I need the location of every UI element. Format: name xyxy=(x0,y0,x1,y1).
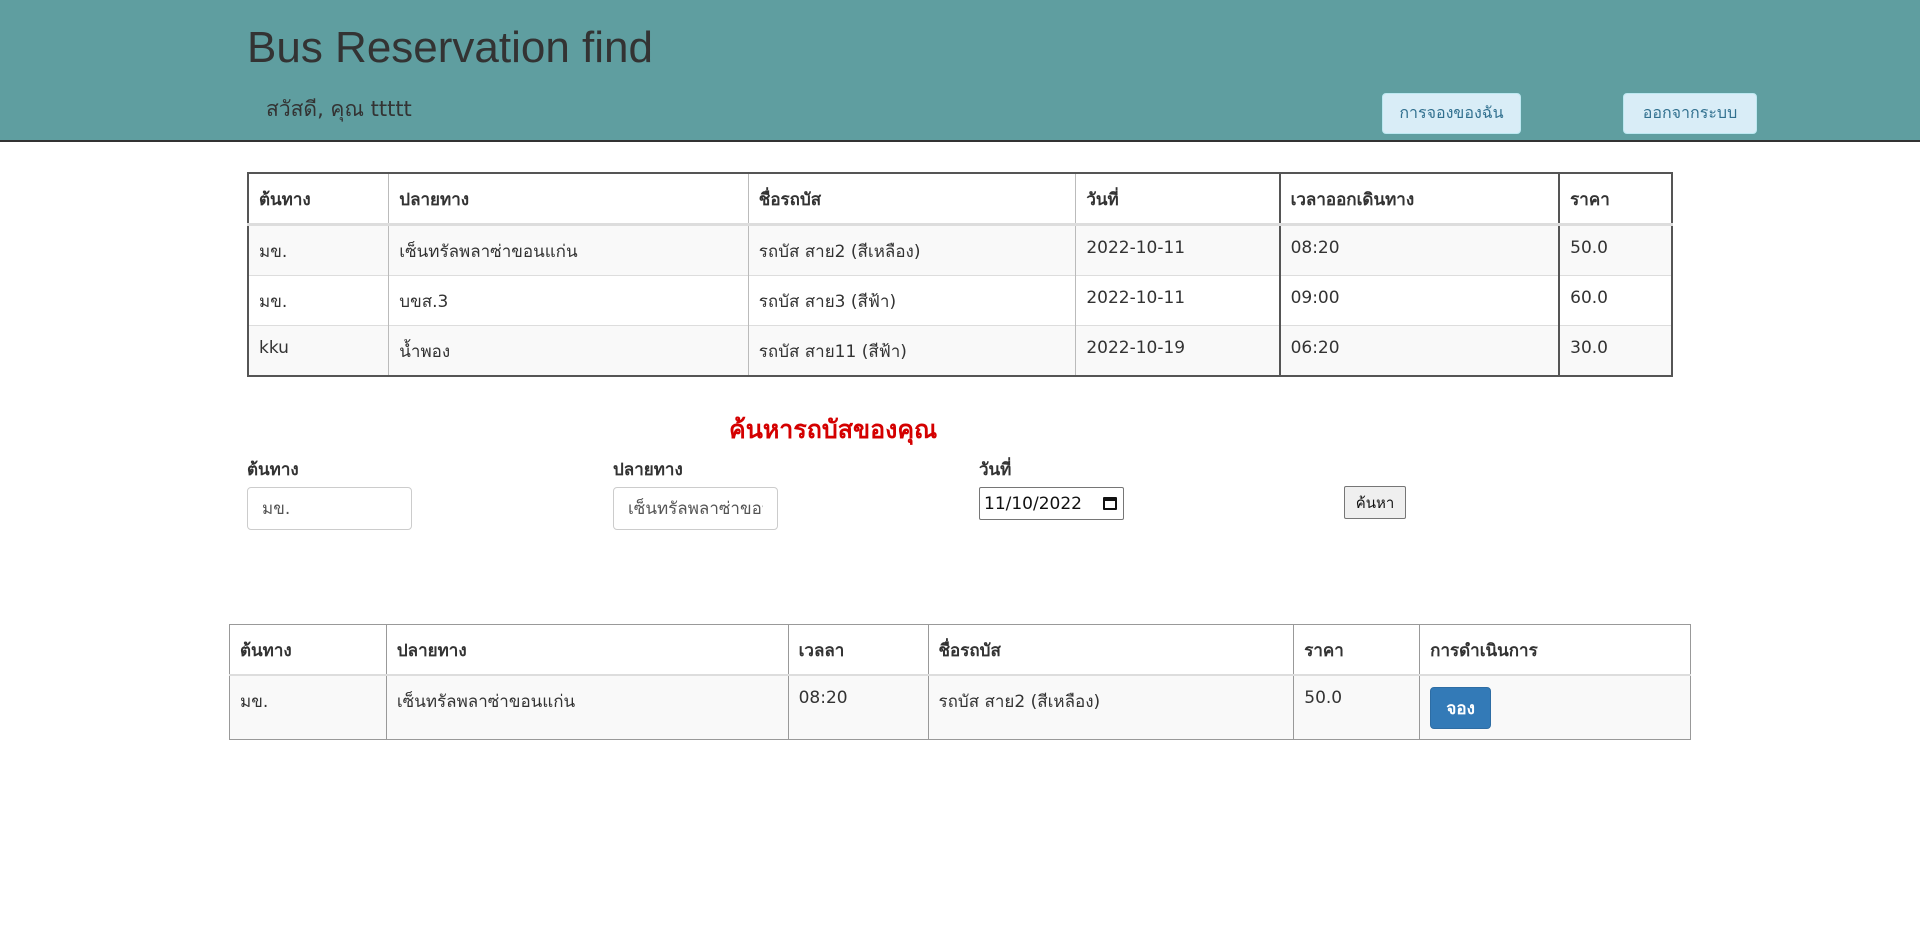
date-value: 11/10/2022 xyxy=(984,493,1082,514)
results-header-time: เวลลา xyxy=(787,624,929,676)
results-header-bus-name: ชื่อรถบัส xyxy=(927,624,1295,676)
logout-button[interactable]: ออกจากระบบ xyxy=(1623,93,1757,134)
search-title: ค้นหารถบัสของคุณ xyxy=(729,415,938,444)
route-departure-time: 08:20 xyxy=(1278,224,1560,276)
routes-table: ต้นทาง ปลายทาง ชื่อรถบัส วันที่ เวลาออกเ… xyxy=(247,172,1673,377)
date-input[interactable]: 11/10/2022 xyxy=(979,487,1124,520)
routes-header-date: วันที่ xyxy=(1075,173,1281,226)
route-bus-name: รถบัส สาย3 (สีฟ้า) xyxy=(747,275,1077,326)
destination-label: ปลายทาง xyxy=(613,460,683,480)
result-origin: มข. xyxy=(229,674,387,740)
user-greeting: สวัสดี, คุณ ttttt xyxy=(266,97,412,121)
route-bus-name: รถบัส สาย2 (สีเหลือง) xyxy=(747,224,1077,276)
route-date: 2022-10-19 xyxy=(1075,325,1281,376)
route-price: 30.0 xyxy=(1558,325,1673,376)
table-row: มข. เซ็นทรัลพลาซ่าขอนแก่น รถบัส สาย2 (สี… xyxy=(247,224,1673,276)
route-price: 60.0 xyxy=(1558,275,1673,326)
route-date: 2022-10-11 xyxy=(1075,224,1281,276)
route-destination: น้ำพอง xyxy=(388,325,749,376)
route-price: 50.0 xyxy=(1558,224,1673,276)
route-date: 2022-10-11 xyxy=(1075,275,1281,326)
route-departure-time: 06:20 xyxy=(1278,325,1560,376)
route-destination: บขส.3 xyxy=(388,275,749,326)
results-header-action: การดำเนินการ xyxy=(1419,624,1691,676)
routes-header-bus-name: ชื่อรถบัส xyxy=(747,173,1077,226)
result-price: 50.0 xyxy=(1293,674,1421,740)
calendar-icon[interactable] xyxy=(1103,497,1117,510)
origin-label: ต้นทาง xyxy=(247,460,299,480)
route-destination: เซ็นทรัลพลาซ่าขอนแก่น xyxy=(388,224,749,276)
routes-header-destination: ปลายทาง xyxy=(388,173,749,226)
date-label: วันที่ xyxy=(979,460,1012,480)
results-header-destination: ปลายทาง xyxy=(385,624,789,676)
app-title: Bus Reservation find xyxy=(247,23,653,72)
result-time: 08:20 xyxy=(787,674,929,740)
routes-header-row: ต้นทาง ปลายทาง ชื่อรถบัส วันที่ เวลาออกเ… xyxy=(247,173,1673,226)
results-header-row: ต้นทาง ปลายทาง เวลลา ชื่อรถบัส ราคา การด… xyxy=(229,624,1691,676)
results-header-origin: ต้นทาง xyxy=(229,624,387,676)
result-destination: เซ็นทรัลพลาซ่าขอนแก่น xyxy=(385,674,789,740)
route-departure-time: 09:00 xyxy=(1278,275,1560,326)
route-origin: มข. xyxy=(247,224,390,276)
destination-input[interactable] xyxy=(613,487,778,530)
app-header: Bus Reservation find สวัสดี, คุณ ttttt ก… xyxy=(0,0,1920,142)
search-button[interactable]: ค้นหา xyxy=(1344,486,1406,519)
routes-header-departure-time: เวลาออกเดินทาง xyxy=(1278,173,1560,226)
result-action: จอง xyxy=(1419,674,1691,740)
results-table: ต้นทาง ปลายทาง เวลลา ชื่อรถบัส ราคา การด… xyxy=(229,624,1691,740)
my-bookings-button[interactable]: การจองของฉัน xyxy=(1382,93,1521,134)
table-row: มข. เซ็นทรัลพลาซ่าขอนแก่น 08:20 รถบัส สา… xyxy=(229,674,1691,740)
route-origin: มข. xyxy=(247,275,390,326)
result-bus-name: รถบัส สาย2 (สีเหลือง) xyxy=(927,674,1295,740)
routes-header-price: ราคา xyxy=(1558,173,1673,226)
table-row: kku น้ำพอง รถบัส สาย11 (สีฟ้า) 2022-10-1… xyxy=(247,325,1673,376)
origin-input[interactable] xyxy=(247,487,412,530)
route-origin: kku xyxy=(247,325,390,376)
route-bus-name: รถบัส สาย11 (สีฟ้า) xyxy=(747,325,1077,376)
results-header-price: ราคา xyxy=(1293,624,1421,676)
routes-header-origin: ต้นทาง xyxy=(247,173,390,226)
table-row: มข. บขส.3 รถบัส สาย3 (สีฟ้า) 2022-10-11 … xyxy=(247,275,1673,326)
book-button[interactable]: จอง xyxy=(1430,687,1492,729)
